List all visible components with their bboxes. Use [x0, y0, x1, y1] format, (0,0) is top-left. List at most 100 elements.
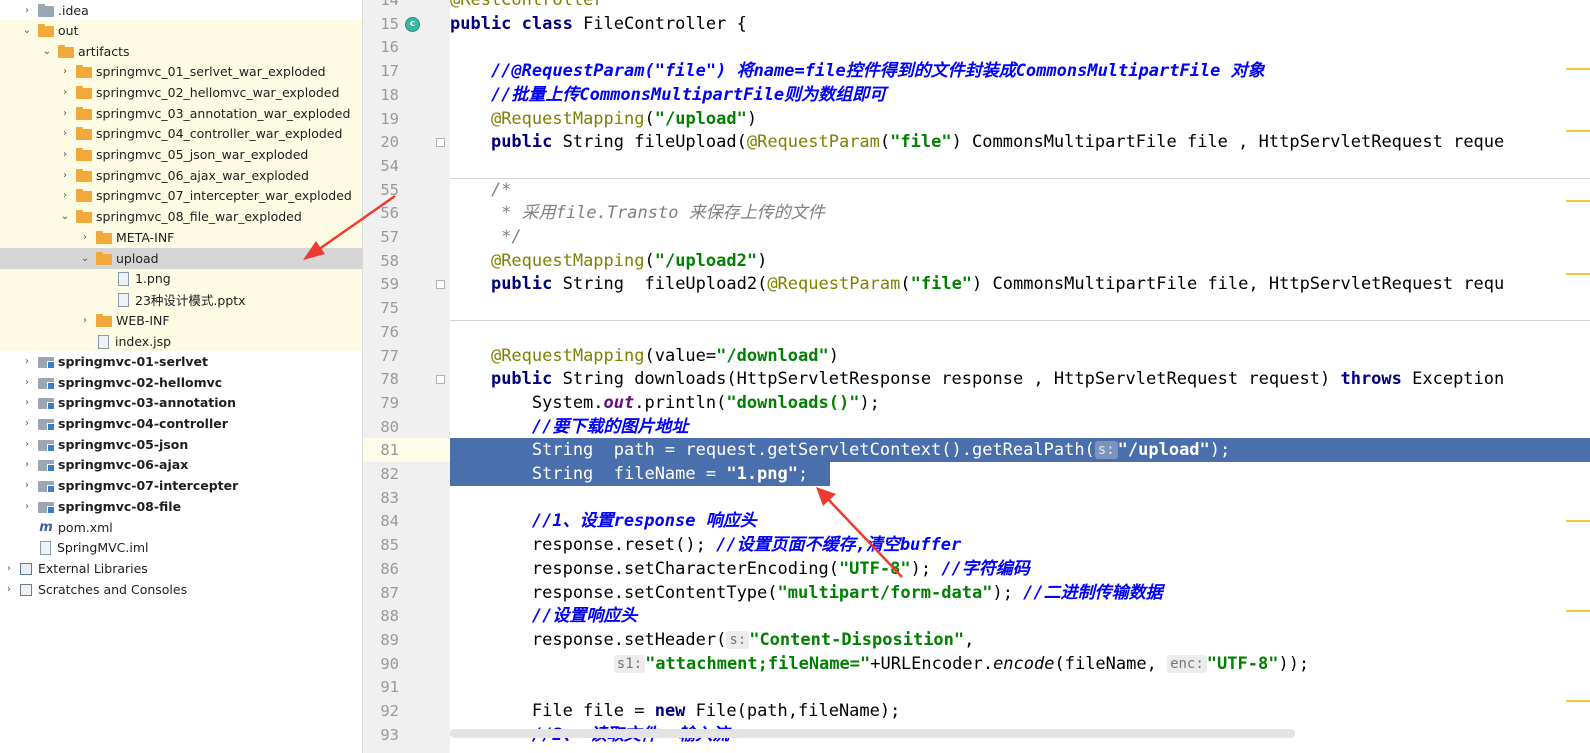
- chevron-right-icon[interactable]: ›: [58, 144, 72, 165]
- code-line[interactable]: [450, 154, 1590, 178]
- code-token: @RequestParam: [767, 274, 901, 295]
- code-line[interactable]: public class FileController {: [450, 12, 1590, 36]
- code-line[interactable]: //1、设置response 响应头: [450, 509, 1590, 533]
- tree-item[interactable]: › springmvc_03_annotation_war_exploded: [0, 103, 362, 124]
- tree-item[interactable]: › springmvc-02-hellomvc: [0, 372, 362, 393]
- error-stripe-mark[interactable]: [1566, 520, 1590, 522]
- code-line[interactable]: response.setHeader(s: "Content-Dispositio…: [450, 628, 1590, 652]
- tree-item[interactable]: m pom.xml: [0, 517, 362, 538]
- chevron-right-icon[interactable]: ›: [20, 454, 34, 475]
- tree-item[interactable]: › External Libraries: [0, 558, 362, 579]
- tree-item[interactable]: › springmvc-07-intercepter: [0, 475, 362, 496]
- error-stripe-mark[interactable]: [1566, 700, 1590, 702]
- code-line[interactable]: * 采用file.Transto 来保存上传的文件: [450, 201, 1590, 225]
- tree-item[interactable]: › springmvc-06-ajax: [0, 454, 362, 475]
- tree-item[interactable]: › springmvc_02_hellomvc_war_exploded: [0, 82, 362, 103]
- code-line[interactable]: @RequestMapping(value="/download"): [450, 344, 1590, 368]
- expand-down-icon[interactable]: ⌄: [58, 206, 72, 227]
- chevron-right-icon[interactable]: ›: [20, 351, 34, 372]
- code-line[interactable]: [450, 296, 1590, 320]
- code-line[interactable]: public String fileUpload2(@RequestParam(…: [450, 272, 1590, 296]
- code-line[interactable]: [450, 486, 1590, 510]
- code-line[interactable]: @RestController: [450, 0, 1590, 12]
- chevron-right-icon[interactable]: ›: [20, 372, 34, 393]
- tree-item[interactable]: ⌄ out: [0, 20, 362, 41]
- tree-item[interactable]: › springmvc_04_controller_war_exploded: [0, 123, 362, 144]
- code-line[interactable]: response.setContentType("multipart/form-…: [450, 581, 1590, 605]
- chevron-right-icon[interactable]: ›: [20, 434, 34, 455]
- expand-down-icon[interactable]: ⌄: [40, 41, 54, 62]
- code-line[interactable]: String path = request.getServletContext(…: [450, 438, 1590, 463]
- code-editor[interactable]: @RestController public class FileControll…: [450, 0, 1590, 753]
- fold-toggle-icon[interactable]: [436, 280, 445, 290]
- tree-item[interactable]: › springmvc_01_serlvet_war_exploded: [0, 61, 362, 82]
- code-line[interactable]: response.setCharacterEncoding("UTF-8"); …: [450, 557, 1590, 581]
- code-line[interactable]: s1: "attachment;fileName="+URLEncoder.enc…: [450, 652, 1590, 676]
- tree-item[interactable]: › WEB-INF: [0, 310, 362, 331]
- tree-item[interactable]: 23种设计模式.pptx: [0, 289, 362, 310]
- code-line[interactable]: //批量上传CommonsMultipartFile则为数组即可: [450, 83, 1590, 107]
- expand-down-icon[interactable]: ⌄: [78, 248, 92, 269]
- chevron-right-icon[interactable]: ›: [20, 413, 34, 434]
- code-line[interactable]: String fileName = "1.png";: [450, 462, 830, 486]
- tree-item[interactable]: › META-INF: [0, 227, 362, 248]
- tree-item[interactable]: SpringMVC.iml: [0, 537, 362, 558]
- error-stripe-mark[interactable]: [1566, 68, 1590, 70]
- chevron-right-icon[interactable]: ›: [20, 0, 34, 21]
- code-line[interactable]: [450, 320, 1590, 344]
- tree-item[interactable]: › springmvc-03-annotation: [0, 392, 362, 413]
- chevron-right-icon[interactable]: ›: [2, 579, 16, 600]
- code-line[interactable]: [450, 35, 1590, 59]
- folder-icon: [38, 4, 54, 17]
- chevron-right-icon[interactable]: ›: [20, 392, 34, 413]
- code-line[interactable]: */: [450, 225, 1590, 249]
- code-line[interactable]: /*: [450, 178, 1590, 202]
- code-line[interactable]: @RequestMapping("/upload2"): [450, 249, 1590, 273]
- chevron-right-icon[interactable]: ›: [58, 103, 72, 124]
- tree-item[interactable]: ⌄ artifacts: [0, 41, 362, 62]
- folder-icon: [76, 107, 92, 120]
- tree-item[interactable]: ⌄ upload: [0, 248, 362, 269]
- code-line[interactable]: File file = new File(path,fileName);: [450, 699, 1590, 723]
- code-line[interactable]: //要下载的图片地址: [450, 415, 1590, 439]
- tree-item[interactable]: › springmvc-08-file: [0, 496, 362, 517]
- code-line[interactable]: System.out.println("downloads()");: [450, 391, 1590, 415]
- chevron-right-icon[interactable]: ›: [20, 475, 34, 496]
- code-line[interactable]: [450, 675, 1590, 699]
- code-line[interactable]: //@RequestParam("file") 将name=file控件得到的文…: [450, 59, 1590, 83]
- fold-toggle-icon[interactable]: [436, 138, 445, 148]
- code-line[interactable]: public String fileUpload(@RequestParam("…: [450, 130, 1590, 154]
- tree-item[interactable]: ⌄ springmvc_08_file_war_exploded: [0, 206, 362, 227]
- chevron-right-icon[interactable]: ›: [58, 165, 72, 186]
- tree-item[interactable]: › .idea: [0, 0, 362, 21]
- tree-item[interactable]: index.jsp: [0, 331, 362, 352]
- run-class-icon[interactable]: c: [405, 17, 420, 32]
- error-stripe-mark[interactable]: [1566, 273, 1590, 275]
- tree-item[interactable]: › springmvc-04-controller: [0, 413, 362, 434]
- tree-item[interactable]: › springmvc-05-json: [0, 434, 362, 455]
- code-line[interactable]: //设置响应头: [450, 604, 1590, 628]
- expand-down-icon[interactable]: ⌄: [20, 20, 34, 41]
- chevron-right-icon[interactable]: ›: [58, 123, 72, 144]
- chevron-right-icon[interactable]: ›: [20, 496, 34, 517]
- code-line[interactable]: response.reset(); //设置页面不缓存,清空buffer: [450, 533, 1590, 557]
- error-stripe-mark[interactable]: [1566, 200, 1590, 202]
- tree-item[interactable]: 1.png: [0, 268, 362, 289]
- tree-item[interactable]: › springmvc_07_intercepter_war_exploded: [0, 185, 362, 206]
- tree-item[interactable]: › Scratches and Consoles: [0, 579, 362, 600]
- chevron-right-icon[interactable]: ›: [78, 310, 92, 331]
- error-stripe-mark[interactable]: [1566, 610, 1590, 612]
- chevron-right-icon[interactable]: ›: [78, 227, 92, 248]
- tree-item[interactable]: › springmvc_06_ajax_war_exploded: [0, 165, 362, 186]
- code-line[interactable]: public String downloads(HttpServletRespo…: [450, 367, 1590, 391]
- chevron-right-icon[interactable]: ›: [58, 185, 72, 206]
- chevron-right-icon[interactable]: ›: [2, 558, 16, 579]
- chevron-right-icon[interactable]: ›: [58, 82, 72, 103]
- chevron-right-icon[interactable]: ›: [58, 61, 72, 82]
- tree-item[interactable]: › springmvc-01-serlvet: [0, 351, 362, 372]
- error-stripe-mark[interactable]: [1566, 130, 1590, 132]
- code-line[interactable]: @RequestMapping("/upload"): [450, 107, 1590, 131]
- tree-item[interactable]: › springmvc_05_json_war_exploded: [0, 144, 362, 165]
- fold-toggle-icon[interactable]: [436, 375, 445, 385]
- horizontal-scrollbar[interactable]: [450, 729, 1295, 738]
